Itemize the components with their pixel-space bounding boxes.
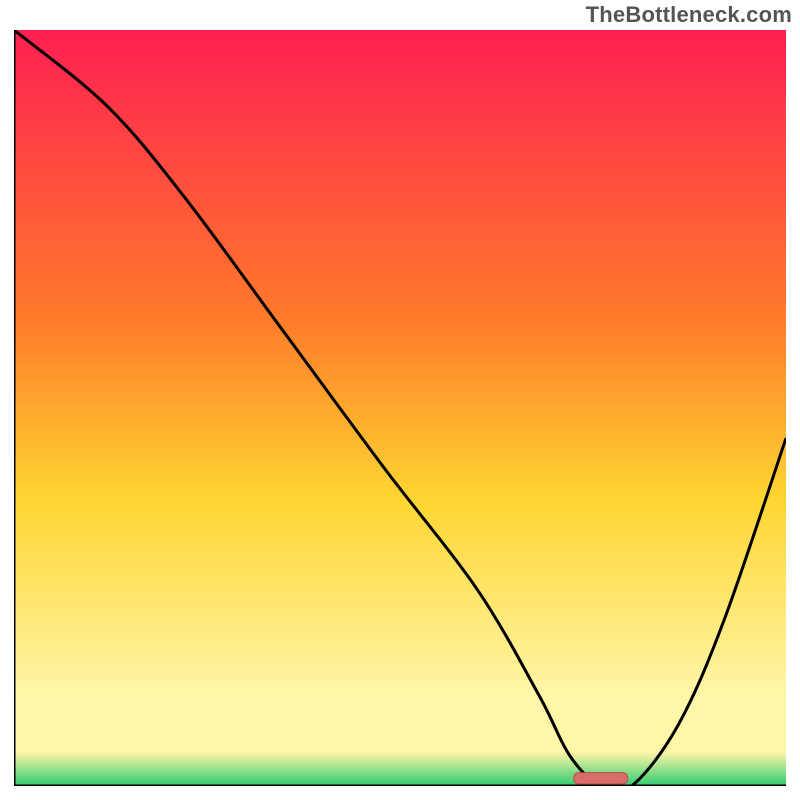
watermark-label: TheBottleneck.com xyxy=(586,2,792,28)
bottleneck-chart xyxy=(14,30,786,786)
gradient-fill xyxy=(14,30,786,786)
chart-stage: TheBottleneck.com xyxy=(0,0,800,800)
optimal-marker xyxy=(574,773,628,784)
